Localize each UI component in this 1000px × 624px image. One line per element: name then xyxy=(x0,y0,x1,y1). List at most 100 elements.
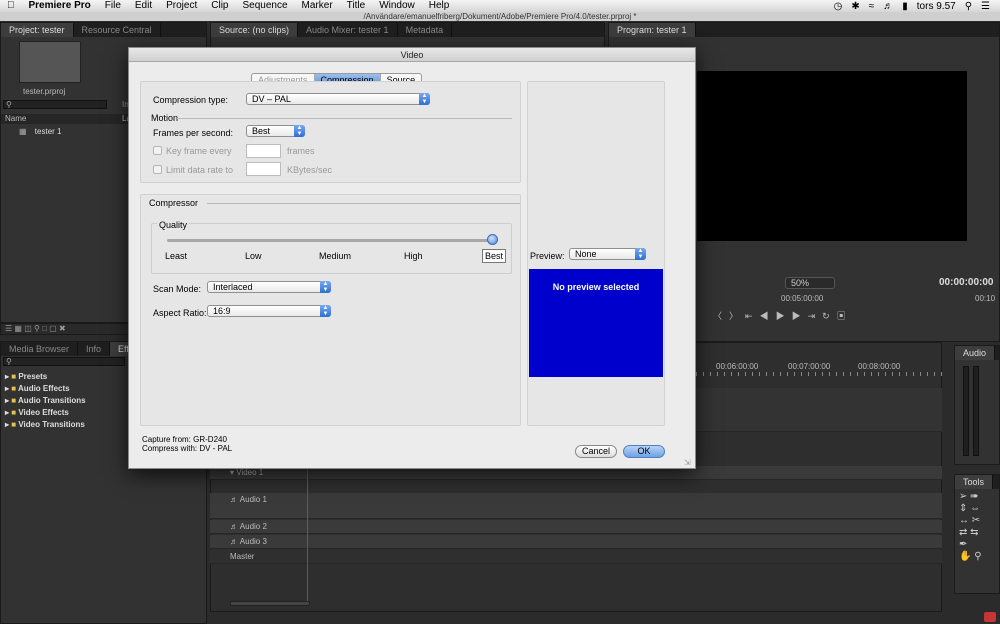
scan-mode-select[interactable]: Interlaced ▲ ▼ xyxy=(207,281,331,293)
slip-tool-icon[interactable]: ⇄ xyxy=(959,527,967,538)
razor-tool-icon[interactable]: ✂ xyxy=(972,515,980,526)
track-audio-2[interactable]: ♬ Audio 2 xyxy=(230,522,306,536)
new-item-icon[interactable]: ▢ xyxy=(49,324,57,333)
folder-audio-transitions[interactable]: ▸ ■ Audio Transitions xyxy=(5,395,86,407)
volume-icon[interactable]: ♬ xyxy=(883,1,893,12)
tab-info[interactable]: Info xyxy=(78,342,111,356)
menu-edit[interactable]: Edit xyxy=(128,0,159,12)
tab-tools[interactable]: Tools xyxy=(955,475,994,489)
menu-marker[interactable]: Marker xyxy=(295,0,340,12)
wifi-icon[interactable]: ≈ xyxy=(869,1,875,12)
aspect-ratio-select[interactable]: 16:9 ▲ ▼ xyxy=(207,305,331,317)
app-menu[interactable]: Premiere Pro xyxy=(22,0,98,12)
tab-audio-meters[interactable]: Audio xyxy=(955,346,996,360)
folder-video-transitions[interactable]: ▸ ■ Video Transitions xyxy=(5,419,86,431)
project-search-input[interactable]: ⚲ xyxy=(3,100,107,109)
find-icon[interactable]: ⚲ xyxy=(34,324,40,333)
menu-window[interactable]: Window xyxy=(372,0,422,12)
list-item[interactable]: ▦ tester 1 xyxy=(19,127,61,136)
icon-view-icon[interactable]: ▦ xyxy=(14,324,22,333)
battery-icon[interactable]: ▮ xyxy=(902,1,908,12)
speaker-icon[interactable]: ♬ xyxy=(230,537,238,546)
ripple-edit-tool-icon[interactable]: ⇕ xyxy=(959,503,967,514)
quality-slider-track[interactable] xyxy=(167,239,492,242)
menu-help[interactable]: Help xyxy=(422,0,457,12)
automate-icon[interactable]: ◫ xyxy=(24,324,32,333)
list-view-icon[interactable]: ☰ xyxy=(5,324,12,333)
set-in-icon[interactable]: 〈 xyxy=(713,311,729,321)
tab-media-browser[interactable]: Media Browser xyxy=(1,342,79,356)
disclosure-icon[interactable]: ▾ xyxy=(230,468,234,477)
menu-title[interactable]: Title xyxy=(340,0,373,12)
tab-metadata[interactable]: Metadata xyxy=(398,23,453,37)
apple-menu-icon[interactable]:  xyxy=(0,0,22,12)
folder-audio-effects[interactable]: ▸ ■ Audio Effects xyxy=(5,383,86,395)
tab-source[interactable]: Source: (no clips) xyxy=(211,23,299,37)
track-select-tool-icon[interactable]: ➠ xyxy=(970,491,978,502)
timeline-ruler[interactable]: 00:06:00:00 00:07:00:00 00:08:00:00 xyxy=(696,362,942,372)
play-icon[interactable]: ▶ xyxy=(776,311,792,321)
error-indicator-icon[interactable] xyxy=(984,612,996,622)
selection-tool-icon[interactable]: ➢ xyxy=(959,491,967,502)
track-lane[interactable] xyxy=(210,520,942,534)
step-back-icon[interactable]: ◀ xyxy=(760,311,776,321)
cancel-button[interactable]: Cancel xyxy=(575,445,617,458)
step-forward-icon[interactable]: ▶ xyxy=(792,311,808,321)
timeline-zoom-slider[interactable] xyxy=(230,601,310,606)
limit-rate-field[interactable] xyxy=(246,162,281,176)
disclosure-icon[interactable]: ▸ xyxy=(5,384,9,393)
track-lane[interactable] xyxy=(210,550,942,564)
effects-search-input[interactable]: ⚲ xyxy=(3,357,125,366)
disclosure-icon[interactable]: ▸ xyxy=(5,420,9,429)
folder-video-effects[interactable]: ▸ ■ Video Effects xyxy=(5,407,86,419)
resize-grip-icon[interactable]: ⇲ xyxy=(684,458,691,467)
time-machine-icon[interactable]: ◷ xyxy=(834,1,843,12)
preview-select[interactable]: None ▲ ▼ xyxy=(569,248,646,260)
track-audio-1[interactable]: ♬ Audio 1 xyxy=(230,495,306,509)
speaker-icon[interactable]: ♬ xyxy=(230,522,238,531)
track-lane[interactable] xyxy=(210,493,942,519)
list-icon[interactable]: ☰ xyxy=(981,1,990,12)
pen-tool-icon[interactable]: ✒ xyxy=(959,539,967,550)
track-master[interactable]: Master xyxy=(230,552,306,566)
limit-rate-checkbox[interactable] xyxy=(153,165,162,174)
track-video-1[interactable]: ▾ Video 1 xyxy=(230,468,306,482)
keyframe-checkbox[interactable] xyxy=(153,146,162,155)
quality-slider-thumb[interactable] xyxy=(486,234,498,245)
disclosure-icon[interactable]: ▸ xyxy=(5,396,9,405)
zoom-select[interactable]: 50% xyxy=(785,277,835,289)
tab-project[interactable]: Project: tester xyxy=(1,23,74,37)
spotlight-icon[interactable]: ⚲ xyxy=(965,1,972,12)
loop-icon[interactable]: ↻ xyxy=(822,311,837,321)
rate-stretch-tool-icon[interactable]: ↔ xyxy=(959,515,969,526)
fps-select[interactable]: Best ▲ ▼ xyxy=(246,125,305,137)
track-lane[interactable] xyxy=(210,535,942,549)
bluetooth-icon[interactable]: ✱ xyxy=(851,1,859,12)
tab-program[interactable]: Program: tester 1 xyxy=(609,23,696,37)
disclosure-icon[interactable]: ▸ xyxy=(5,408,9,417)
zoom-tool-icon[interactable]: ⚲ xyxy=(974,551,981,562)
disclosure-icon[interactable]: ▸ xyxy=(5,372,9,381)
compression-type-select[interactable]: DV – PAL ▲ ▼ xyxy=(246,93,430,105)
program-monitor-view[interactable] xyxy=(697,71,967,241)
keyframe-field[interactable] xyxy=(246,144,281,158)
track-audio-3[interactable]: ♬ Audio 3 xyxy=(230,537,306,551)
go-to-out-icon[interactable]: ⇥ xyxy=(808,311,823,321)
menu-project[interactable]: Project xyxy=(159,0,204,12)
hand-tool-icon[interactable]: ✋ xyxy=(959,551,971,562)
folder-presets[interactable]: ▸ ■ Presets xyxy=(5,371,86,383)
menu-clock[interactable]: tors 9.57 xyxy=(917,1,956,12)
go-to-in-icon[interactable]: ⇤ xyxy=(745,311,760,321)
menu-clip[interactable]: Clip xyxy=(204,0,235,12)
program-timecode[interactable]: 00:00:00:00 xyxy=(939,277,993,288)
set-out-icon[interactable]: 〉 xyxy=(729,311,745,321)
speaker-icon[interactable]: ♬ xyxy=(230,495,238,504)
tab-resource-central[interactable]: Resource Central xyxy=(74,23,161,37)
ok-button[interactable]: OK xyxy=(623,445,665,458)
safe-margins-icon[interactable]: ▣ xyxy=(837,311,853,321)
column-name[interactable]: Name xyxy=(5,114,26,123)
menu-sequence[interactable]: Sequence xyxy=(235,0,294,12)
tab-audio-mixer[interactable]: Audio Mixer: tester 1 xyxy=(298,23,398,37)
bin-icon[interactable]: □ xyxy=(42,324,47,333)
delete-icon[interactable]: ✖ xyxy=(59,324,66,333)
